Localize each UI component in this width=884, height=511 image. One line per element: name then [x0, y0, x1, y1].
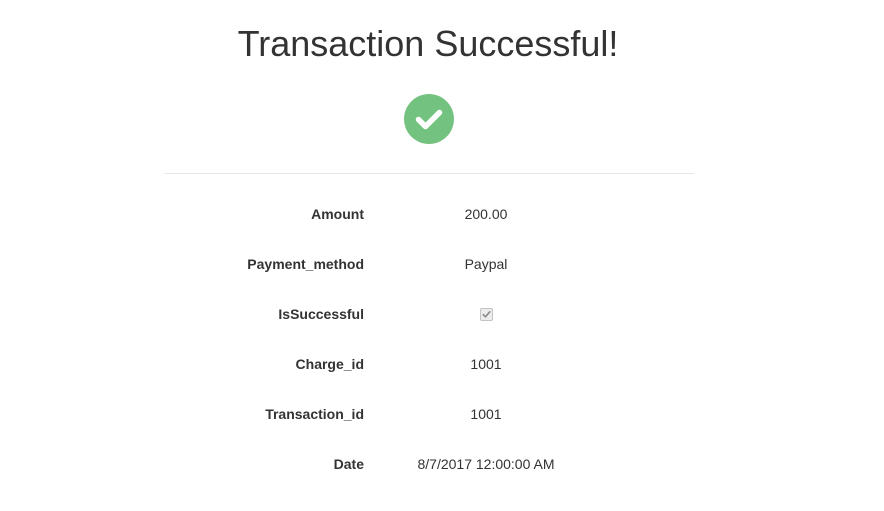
charge-id-value: 1001 [470, 356, 502, 372]
detail-row-payment-method: Payment_method Paypal [0, 254, 884, 274]
charge-id-label: Charge_id [295, 356, 364, 372]
amount-label: Amount [311, 206, 364, 222]
payment-method-label: Payment_method [247, 256, 364, 272]
payment-method-value: Paypal [464, 256, 508, 272]
date-label: Date [333, 456, 364, 472]
detail-row-date: Date 8/7/2017 12:00:00 AM [0, 454, 884, 474]
detail-row-is-successful: IsSuccessful [0, 304, 884, 324]
amount-value: 200.00 [464, 206, 508, 222]
check-circle-icon [404, 94, 454, 144]
detail-row-charge-id: Charge_id 1001 [0, 354, 884, 374]
transaction-id-label: Transaction_id [265, 406, 364, 422]
divider [164, 173, 694, 174]
is-successful-label: IsSuccessful [278, 306, 364, 322]
detail-row-transaction-id: Transaction_id 1001 [0, 404, 884, 424]
date-value: 8/7/2017 12:00:00 AM [417, 456, 555, 472]
detail-row-amount: Amount 200.00 [0, 204, 884, 224]
transaction-id-value: 1001 [470, 406, 502, 422]
is-successful-checkbox [479, 307, 493, 321]
page-title: Transaction Successful! [237, 23, 619, 64]
is-successful-value [386, 304, 586, 324]
